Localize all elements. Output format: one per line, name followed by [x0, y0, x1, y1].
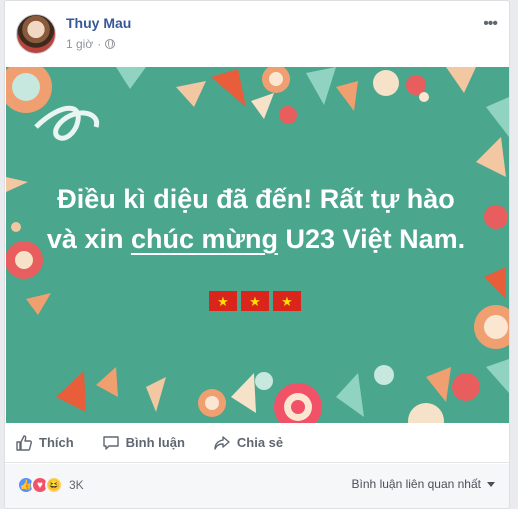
decor-circle	[374, 365, 394, 385]
decor-circle	[452, 373, 480, 401]
decor-circle	[373, 70, 399, 96]
decor-triangle	[426, 367, 451, 402]
reaction-count[interactable]: 3K	[69, 478, 84, 492]
post-image-headline: Điều kì diệu đã đến! Rất tự hào và xin c…	[46, 179, 466, 259]
decor-triangle	[231, 373, 256, 413]
decor-cone	[306, 67, 336, 105]
decor-circle	[484, 315, 508, 339]
decor-circle	[419, 92, 429, 102]
decor-triangle	[336, 81, 358, 111]
decor-circle	[205, 396, 219, 410]
post-header: Thuy Mau 1 giờ · •••	[5, 1, 509, 67]
decor-circle	[408, 403, 444, 423]
post-actions-bar: Thích Bình luận Chia sẻ	[5, 423, 509, 463]
decor-triangle	[176, 81, 206, 107]
decor-circle	[11, 222, 21, 232]
thumbs-up-icon	[16, 434, 32, 451]
post-meta: 1 giờ ·	[66, 37, 116, 51]
decor-circle	[15, 251, 33, 269]
decor-triangle	[446, 67, 476, 93]
author-name-link[interactable]: Thuy Mau	[66, 15, 131, 31]
share-icon	[214, 435, 230, 450]
decor-cone	[336, 373, 364, 417]
decor-circle	[291, 400, 305, 414]
decor-circle	[279, 106, 297, 124]
vietnam-flag-icon: ★	[241, 291, 269, 311]
decor-cone	[116, 67, 146, 89]
like-button[interactable]: Thích	[15, 434, 74, 452]
decor-triangle	[56, 371, 86, 412]
vietnam-flags: ★ ★ ★	[209, 291, 301, 311]
decor-triangle	[484, 267, 506, 299]
decor-triangle	[146, 377, 166, 412]
reaction-summary[interactable]: 👍 ♥ 😆 3K	[17, 476, 84, 494]
caret-down-icon	[487, 481, 495, 487]
post-footer: 👍 ♥ 😆 3K Bình luận liên quan nhất	[5, 464, 509, 508]
decor-circle	[406, 75, 426, 95]
decor-cone	[486, 359, 509, 393]
decor-cone	[486, 97, 509, 137]
post-image[interactable]: Điều kì diệu đã đến! Rất tự hào và xin c…	[6, 67, 509, 423]
share-label: Chia sẻ	[236, 435, 284, 450]
feed-post: Thuy Mau 1 giờ · ••• Điều kì diệu đã đến…	[4, 0, 510, 509]
decor-triangle	[211, 69, 246, 107]
comment-icon	[102, 435, 119, 450]
decor-circle	[255, 372, 273, 390]
decor-triangle	[6, 177, 28, 192]
decor-circle	[269, 72, 283, 86]
meta-separator: ·	[97, 37, 102, 51]
decor-triangle	[26, 293, 51, 315]
post-timestamp[interactable]: 1 giờ	[66, 37, 93, 51]
headline-text-part2: U23 Việt Nam.	[278, 224, 466, 254]
decor-triangle	[476, 137, 506, 177]
haha-reaction-icon: 😆	[45, 476, 63, 494]
globe-icon[interactable]	[105, 39, 116, 49]
comment-button[interactable]: Bình luận	[102, 434, 185, 452]
decor-triangle	[96, 367, 118, 397]
comment-label: Bình luận	[125, 435, 185, 450]
like-label: Thích	[39, 435, 74, 450]
decor-circle	[484, 205, 508, 229]
decor-triangle	[251, 93, 274, 119]
decor-circle	[12, 73, 40, 101]
comment-sort-label: Bình luận liên quan nhất	[351, 477, 481, 491]
more-options-icon[interactable]: •••	[483, 15, 498, 33]
vietnam-flag-icon: ★	[273, 291, 301, 311]
vietnam-flag-icon: ★	[209, 291, 237, 311]
headline-text-underlined: chúc mừng	[130, 224, 279, 254]
ribbon-decor	[34, 105, 100, 141]
comment-sort-dropdown[interactable]: Bình luận liên quan nhất	[352, 477, 495, 491]
share-button[interactable]: Chia sẻ	[213, 434, 283, 452]
author-avatar[interactable]	[16, 14, 56, 54]
